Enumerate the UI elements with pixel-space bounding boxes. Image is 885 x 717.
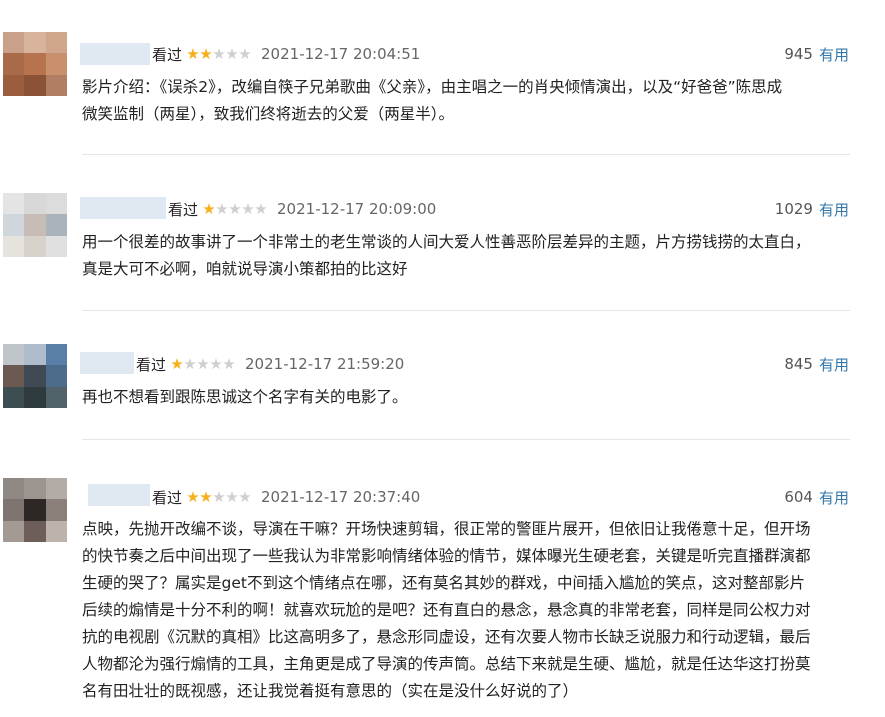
star-icon: ★ xyxy=(196,355,209,373)
vote-area: 604 有用 xyxy=(784,485,849,509)
comment-line: 名有田壮壮的既视感，还让我觉着挺有意思的（实在是没什么好说的了） xyxy=(82,682,579,700)
comment-line: 的快节奏之后中间出现了一些我认为非常影响情绪体验的情节，媒体曝光生硬老套，关键是… xyxy=(82,547,811,565)
star-icon: ★ xyxy=(186,45,199,63)
vote-area: 845 有用 xyxy=(784,352,849,376)
watched-label: 看过 xyxy=(168,200,199,219)
useful-button[interactable]: 有用 xyxy=(819,199,849,220)
star-icon: ★ xyxy=(241,200,254,218)
comment-line: 真是大可不必啊，咱就说导演小策都拍的比这好 xyxy=(82,260,408,278)
star-icon: ★ xyxy=(254,200,267,218)
watched-label: 看过 xyxy=(152,45,183,64)
comment-time: 2021-12-17 20:09:00 xyxy=(277,200,437,218)
star-icon: ★ xyxy=(199,45,212,63)
star-icon: ★ xyxy=(212,488,225,506)
useful-button[interactable]: 有用 xyxy=(819,354,849,375)
star-icon: ★ xyxy=(215,200,228,218)
star-icon: ★ xyxy=(202,200,215,218)
star-icon: ★ xyxy=(209,355,222,373)
username[interactable] xyxy=(80,352,134,374)
username[interactable] xyxy=(80,197,166,219)
comment-text: 点映，先抛开改编不谈，导演在干嘛？开场快速剪辑，很正常的警匪片展开，但依旧让我倦… xyxy=(82,516,852,705)
star-icon: ★ xyxy=(238,488,251,506)
comment-line: 抗的电视剧《沉默的真相》比这高明多了，悬念形同虚设，还有次要人物市长缺乏说服力和… xyxy=(82,628,811,646)
comment-text: 再也不想看到跟陈思诚这个名字有关的电影了。 xyxy=(82,384,852,411)
star-icon: ★ xyxy=(225,45,238,63)
comment-line: 微笑监制（两星），致我们终将逝去的父爱（两星半）。 xyxy=(82,105,455,123)
vote-area: 945 有用 xyxy=(784,42,849,66)
star-icon: ★ xyxy=(170,355,183,373)
vote-count: 604 xyxy=(784,488,813,506)
star-icon: ★ xyxy=(183,355,196,373)
comment-time: 2021-12-17 20:04:51 xyxy=(261,45,421,63)
comment-line: 影片介绍：《误杀2》，改编自筷子兄弟歌曲《父亲》，由主唱之一的肖央倾情演出，以及… xyxy=(82,78,783,96)
vote-count: 845 xyxy=(784,355,813,373)
comment-meta: 看过 ★ ★ ★ ★ ★ 2021-12-17 20:09:00 xyxy=(168,197,436,221)
divider xyxy=(82,439,850,440)
rating-stars: ★ ★ ★ ★ ★ xyxy=(186,488,251,506)
watched-label: 看过 xyxy=(136,355,167,374)
comment-line: 再也不想看到跟陈思诚这个名字有关的电影了。 xyxy=(82,388,408,406)
star-icon: ★ xyxy=(199,488,212,506)
star-icon: ★ xyxy=(222,355,235,373)
useful-button[interactable]: 有用 xyxy=(819,44,849,65)
comment-line: 点映，先抛开改编不谈，导演在干嘛？开场快速剪辑，很正常的警匪片展开，但依旧让我倦… xyxy=(82,520,811,538)
rating-stars: ★ ★ ★ ★ ★ xyxy=(202,200,267,218)
useful-button[interactable]: 有用 xyxy=(819,487,849,508)
comment-line: 用一个很差的故事讲了一个非常土的老生常谈的人间大爱人性善恶阶层差异的主题，片方捞… xyxy=(82,233,811,251)
star-icon: ★ xyxy=(186,488,199,506)
watched-label: 看过 xyxy=(152,488,183,507)
avatar[interactable] xyxy=(3,193,67,257)
rating-stars: ★ ★ ★ ★ ★ xyxy=(170,355,235,373)
comment-time: 2021-12-17 20:37:40 xyxy=(261,488,421,506)
vote-count: 945 xyxy=(784,45,813,63)
comment-text: 用一个很差的故事讲了一个非常土的老生常谈的人间大爱人性善恶阶层差异的主题，片方捞… xyxy=(82,229,852,283)
comment-meta: 看过 ★ ★ ★ ★ ★ 2021-12-17 21:59:20 xyxy=(136,352,404,376)
comment-line: 生硬的哭了？属实是get不到这个情绪点在哪，还有莫名其妙的群戏，中间插入尴尬的笑… xyxy=(82,574,805,592)
comment-line: 后续的煽情是十分不利的啊！就喜欢玩尬的是吧？还有直白的悬念，悬念真的非常老套，同… xyxy=(82,601,811,619)
comment-meta: 看过 ★ ★ ★ ★ ★ 2021-12-17 20:04:51 xyxy=(152,42,420,66)
star-icon: ★ xyxy=(228,200,241,218)
vote-area: 1029 有用 xyxy=(775,197,849,221)
username[interactable] xyxy=(80,43,150,65)
vote-count: 1029 xyxy=(774,200,813,218)
divider xyxy=(82,154,850,155)
username[interactable] xyxy=(88,484,150,506)
comment-time: 2021-12-17 21:59:20 xyxy=(245,355,405,373)
comment-text: 影片介绍：《误杀2》，改编自筷子兄弟歌曲《父亲》，由主唱之一的肖央倾情演出，以及… xyxy=(82,74,852,128)
star-icon: ★ xyxy=(238,45,251,63)
comment-meta: 看过 ★ ★ ★ ★ ★ 2021-12-17 20:37:40 xyxy=(152,485,420,509)
rating-stars: ★ ★ ★ ★ ★ xyxy=(186,45,251,63)
star-icon: ★ xyxy=(212,45,225,63)
avatar[interactable] xyxy=(3,478,67,542)
avatar[interactable] xyxy=(3,344,67,408)
star-icon: ★ xyxy=(225,488,238,506)
avatar[interactable] xyxy=(3,32,67,96)
comment-line: 人物都沦为强行煽情的工具，主角更是成了导演的传声筒。总结下来就是生硬、尴尬，就是… xyxy=(82,655,811,673)
divider xyxy=(82,310,850,311)
